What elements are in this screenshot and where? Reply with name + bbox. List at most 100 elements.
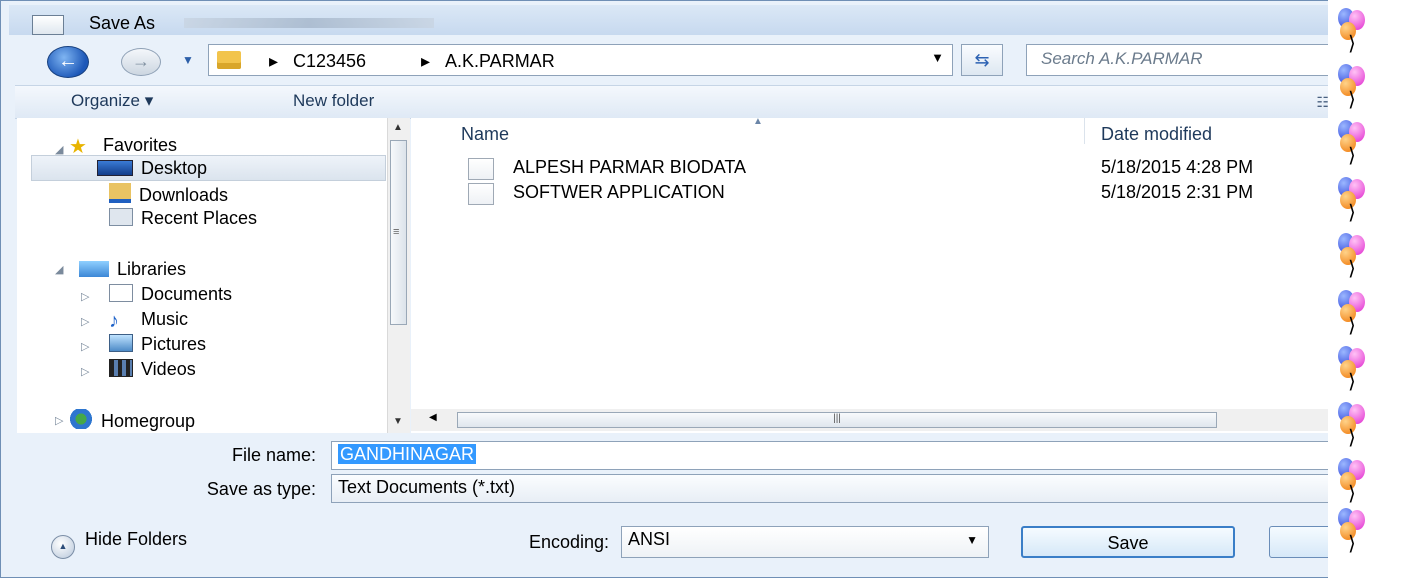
title-bar[interactable]: Save As xyxy=(9,5,1329,35)
sidebar-item-videos[interactable]: Videos xyxy=(109,359,196,380)
arrow-right-icon: → xyxy=(132,51,150,71)
sidebar-item-favorites[interactable]: ★ Favorites xyxy=(69,134,178,158)
cancel-button[interactable] xyxy=(1269,526,1331,558)
balloon-icon: ⟩ xyxy=(1334,229,1378,285)
text-file-icon xyxy=(468,183,494,205)
sidebar-item-libraries[interactable]: Libraries xyxy=(79,259,186,280)
forward-button[interactable]: → xyxy=(121,48,161,76)
save-as-type-select[interactable]: Text Documents (*.txt) xyxy=(331,474,1331,503)
sidebar-item-label: Downloads xyxy=(139,185,229,205)
search-input[interactable]: Search A.K.PARMAR xyxy=(1026,44,1331,76)
recent-places-icon xyxy=(109,208,133,226)
file-name-field[interactable]: GANDHINAGAR xyxy=(331,441,1331,470)
sidebar-item-label: Libraries xyxy=(117,259,187,279)
hide-folders-button[interactable]: ▲ Hide Folders xyxy=(51,529,187,559)
sidebar-item-homegroup[interactable]: Homegroup xyxy=(69,409,195,432)
sidebar-item-label: Documents xyxy=(141,284,233,304)
new-folder-button[interactable]: New folder xyxy=(293,91,374,111)
downloads-icon xyxy=(109,183,131,203)
balloon-icon: ⟩ xyxy=(1334,454,1378,510)
music-note-icon: ♪ xyxy=(109,310,119,332)
encoding-label: Encoding: xyxy=(528,532,609,552)
column-header-date-modified[interactable]: Date modified xyxy=(1101,124,1212,145)
breadcrumb-ak-parmar[interactable]: A.K.PARMAR xyxy=(445,51,555,72)
refresh-icon: ⇆ xyxy=(974,50,990,70)
navigation-scrollbar[interactable]: ▲ ≡ ▼ xyxy=(387,118,410,433)
expanded-triangle-icon[interactable]: ◢ xyxy=(55,143,63,156)
selected-file-name-text: GANDHINAGAR xyxy=(338,444,477,464)
sidebar-item-label: Homegroup xyxy=(101,411,196,431)
file-date: 5/18/2015 4:28 PM xyxy=(1101,157,1254,177)
encoding-select[interactable]: ANSI ▼ xyxy=(621,526,989,558)
balloon-icon: ⟩ xyxy=(1334,398,1378,454)
balloon-icon: ⟩ xyxy=(1334,116,1378,172)
title-blurred-text xyxy=(184,18,434,28)
chevron-up-icon: ▲ xyxy=(51,535,75,559)
documents-icon xyxy=(109,284,133,302)
sidebar-item-label: Videos xyxy=(141,359,196,379)
folder-icon xyxy=(217,51,241,69)
sidebar-item-documents[interactable]: Documents xyxy=(109,284,232,305)
sidebar-item-desktop[interactable]: Desktop xyxy=(97,158,207,179)
balloon-icon: ⟩ xyxy=(1334,173,1378,229)
balloon-icon: ⟩ xyxy=(1334,60,1378,116)
collapsed-triangle-icon[interactable]: ▷ xyxy=(81,315,89,328)
recent-locations-dropdown[interactable]: ▼ xyxy=(177,49,199,71)
save-button[interactable]: Save xyxy=(1021,526,1235,558)
column-header-name[interactable]: Name xyxy=(461,124,509,145)
navigation-pane: ◢ ★ Favorites Desktop Downloads Recent Pl… xyxy=(17,118,410,433)
balloon-decoration: ⟩ ⟩ ⟩ ⟩ ⟩ ⟩ ⟩ ⟩ ⟩ ⟩ xyxy=(1328,0,1401,578)
sidebar-item-downloads[interactable]: Downloads xyxy=(109,183,228,206)
breadcrumb-separator-icon: ▸ xyxy=(269,51,279,71)
notepad-icon xyxy=(32,15,64,35)
selected-item-highlight xyxy=(31,155,386,181)
window-title: Save As xyxy=(89,13,156,33)
file-list: ▲ Name Date modified ALPESH PARMAR BIODA… xyxy=(411,116,1329,433)
chevron-down-icon: ▼ xyxy=(966,533,978,547)
sidebar-item-music[interactable]: ♪ Music xyxy=(109,309,189,332)
file-name: SOFTWER APPLICATION xyxy=(513,182,725,202)
back-button[interactable]: ← xyxy=(47,46,89,78)
sidebar-item-label: Favorites xyxy=(103,135,178,155)
breadcrumb-c123456[interactable]: C123456 xyxy=(293,51,366,72)
balloon-icon: ⟩ xyxy=(1334,4,1378,60)
pictures-icon xyxy=(109,334,133,352)
refresh-button[interactable]: ⇆ xyxy=(961,44,1003,76)
sidebar-item-pictures[interactable]: Pictures xyxy=(109,334,206,355)
hide-folders-label: Hide Folders xyxy=(85,529,188,549)
save-as-dialog: Save As ← → ▼ ▸ C123456 ▸ A.K.PARMAR ▼ ⇆… xyxy=(0,0,1401,578)
balloon-icon: ⟩ xyxy=(1334,342,1378,398)
encoding-value: ANSI xyxy=(628,529,671,549)
sidebar-item-label: Music xyxy=(141,309,189,329)
scroll-down-icon[interactable]: ▼ xyxy=(393,416,403,427)
column-divider[interactable] xyxy=(1084,118,1085,144)
collapsed-triangle-icon[interactable]: ▷ xyxy=(81,290,89,303)
file-name: ALPESH PARMAR BIODATA xyxy=(513,157,747,177)
collapsed-triangle-icon[interactable]: ▷ xyxy=(81,365,89,378)
navigation-bar: ← → ▼ ▸ C123456 ▸ A.K.PARMAR ▼ ⇆ Search … xyxy=(11,39,1331,81)
file-list-horizontal-scrollbar[interactable]: ◀ ||| xyxy=(411,409,1329,431)
libraries-icon xyxy=(79,261,109,277)
expanded-triangle-icon[interactable]: ◢ xyxy=(55,263,63,276)
balloon-icon: ⟩ xyxy=(1334,286,1378,342)
collapsed-triangle-icon[interactable]: ▷ xyxy=(81,340,89,353)
file-date: 5/18/2015 2:31 PM xyxy=(1101,182,1254,202)
organize-button[interactable]: Organize ▾ xyxy=(71,91,153,111)
desktop-icon xyxy=(97,160,133,176)
address-bar[interactable]: ▸ C123456 ▸ A.K.PARMAR ▼ xyxy=(208,44,953,76)
text-file-icon xyxy=(468,158,494,180)
scroll-up-icon[interactable]: ▲ xyxy=(393,122,403,133)
sidebar-item-recent-places[interactable]: Recent Places xyxy=(109,208,257,229)
scrollbar-thumb[interactable]: ||| xyxy=(457,412,1217,428)
arrow-left-icon: ← xyxy=(58,50,78,72)
command-toolbar: Organize ▾ New folder ☷ xyxy=(15,85,1329,119)
homegroup-icon xyxy=(69,409,93,429)
file-row[interactable]: SOFTWER APPLICATION 5/18/2015 2:31 PM xyxy=(465,181,1325,205)
balloon-icon: ⟩ xyxy=(1334,504,1378,560)
chevron-down-icon[interactable]: ▼ xyxy=(931,50,944,65)
scroll-left-icon[interactable]: ◀ xyxy=(429,412,437,423)
sort-ascending-icon: ▲ xyxy=(753,116,763,127)
file-row[interactable]: ALPESH PARMAR BIODATA 5/18/2015 4:28 PM xyxy=(465,156,1325,180)
save-as-type-label: Save as type: xyxy=(206,479,316,499)
collapsed-triangle-icon[interactable]: ▷ xyxy=(55,414,63,427)
